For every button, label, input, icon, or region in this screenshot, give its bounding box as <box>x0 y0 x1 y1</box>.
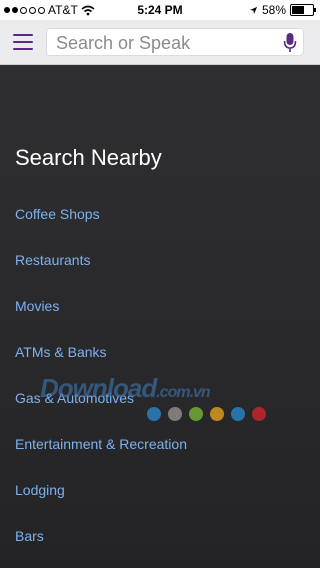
search-box[interactable] <box>46 28 304 56</box>
search-input[interactable] <box>54 32 278 54</box>
watermark-text: Download <box>40 373 157 403</box>
list-item-coffee-shops[interactable]: Coffee Shops <box>15 206 100 222</box>
page-title: Search Nearby <box>15 145 162 170</box>
list-item-movies[interactable]: Movies <box>15 298 59 314</box>
list-item-atms-banks[interactable]: ATMs & Banks <box>15 344 107 360</box>
battery-icon <box>290 4 316 16</box>
status-bar: AT&T 5:24 PM 58% <box>0 0 320 20</box>
search-header <box>0 20 320 65</box>
watermark-logo: Download.com.vn <box>40 373 211 404</box>
status-right: 58% <box>249 3 316 17</box>
list-item-lodging[interactable]: Lodging <box>15 482 65 498</box>
menu-icon[interactable] <box>13 34 33 50</box>
location-arrow-icon <box>249 6 258 14</box>
list-item-bars[interactable]: Bars <box>15 528 44 544</box>
search-nearby-panel: Search Nearby Coffee Shops Restaurants M… <box>0 65 320 568</box>
list-item-restaurants[interactable]: Restaurants <box>15 252 90 268</box>
list-item-entertainment-recreation[interactable]: Entertainment & Recreation <box>15 436 187 452</box>
battery-percent: 58% <box>261 3 286 17</box>
watermark-suffix: .com.vn <box>156 384 210 401</box>
watermark-dots <box>147 407 266 421</box>
microphone-icon[interactable] <box>283 32 297 54</box>
